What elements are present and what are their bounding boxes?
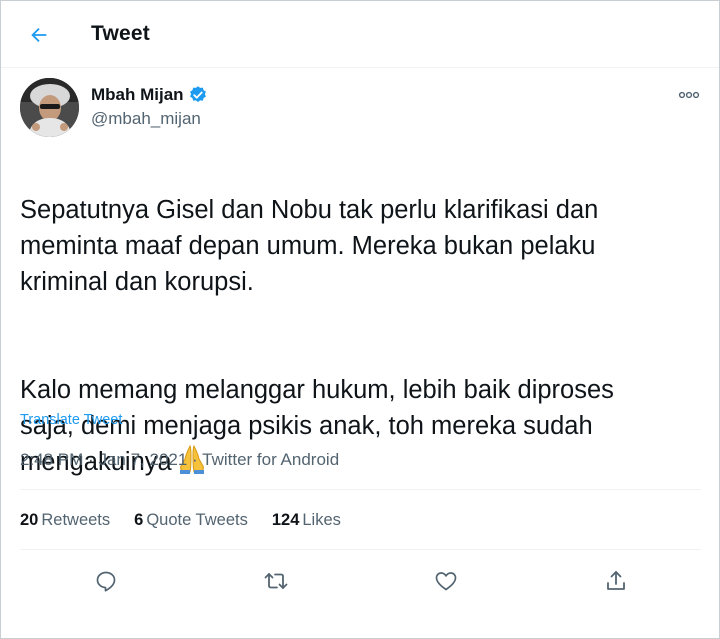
author-name[interactable]: Mbah Mijan [91,85,208,105]
display-name-text: Mbah Mijan [91,85,184,104]
share-icon [607,571,625,590]
header: Tweet [1,1,719,68]
avatar[interactable] [20,78,79,137]
more-options-button[interactable] [675,85,703,105]
tweet-stats: 20 Retweets 6 Quote Tweets 124 Likes [20,511,365,530]
author-handle[interactable]: @mbah_mijan [91,109,201,129]
tweet-date[interactable]: Jan 7, 2021 [98,450,187,469]
tweet-paragraph-1: Sepatutnya Gisel dan Nobu tak perlu klar… [20,196,599,296]
divider [20,489,701,490]
tweet-actions [1,564,719,598]
quote-tweets-label: Quote Tweets [146,511,248,529]
retweets-label: Retweets [41,511,111,529]
tweet-source[interactable]: Twitter for Android [202,450,339,469]
verified-badge-icon [188,85,208,105]
page-title: Tweet [91,22,150,45]
tweet-time[interactable]: 2:48 PM [20,450,83,469]
likes-count: 124 [271,511,300,529]
heart-icon [435,572,457,591]
arrow-left-icon [31,27,47,43]
translate-tweet-link[interactable]: Translate Tweet [20,412,122,428]
share-button[interactable] [599,564,633,598]
tweet-meta: 2:48 PM · Jan 7, 2021 · Twitter for Andr… [20,450,339,470]
like-button[interactable] [429,564,463,598]
meta-separator-2: · [192,450,198,469]
divider [20,549,701,550]
likes-label: Likes [302,511,341,529]
retweets-count: 20 [20,511,39,529]
likes-stat[interactable]: 124 Likes [272,511,341,530]
retweet-button[interactable] [259,564,293,598]
retweet-icon [264,573,288,589]
avatar-image [20,78,79,137]
retweets-stat[interactable]: 20 Retweets [20,511,110,530]
quote-tweets-stat[interactable]: 6 Quote Tweets [134,511,248,530]
back-button[interactable] [21,17,57,53]
reply-icon [96,571,116,592]
meta-separator: · [88,450,94,469]
reply-button[interactable] [89,564,123,598]
quote-tweets-count: 6 [134,511,144,529]
tweet-page: Tweet Mbah Mijan @mbah_mijan Sepatutnya … [0,0,720,639]
more-dots-icon [678,91,700,99]
